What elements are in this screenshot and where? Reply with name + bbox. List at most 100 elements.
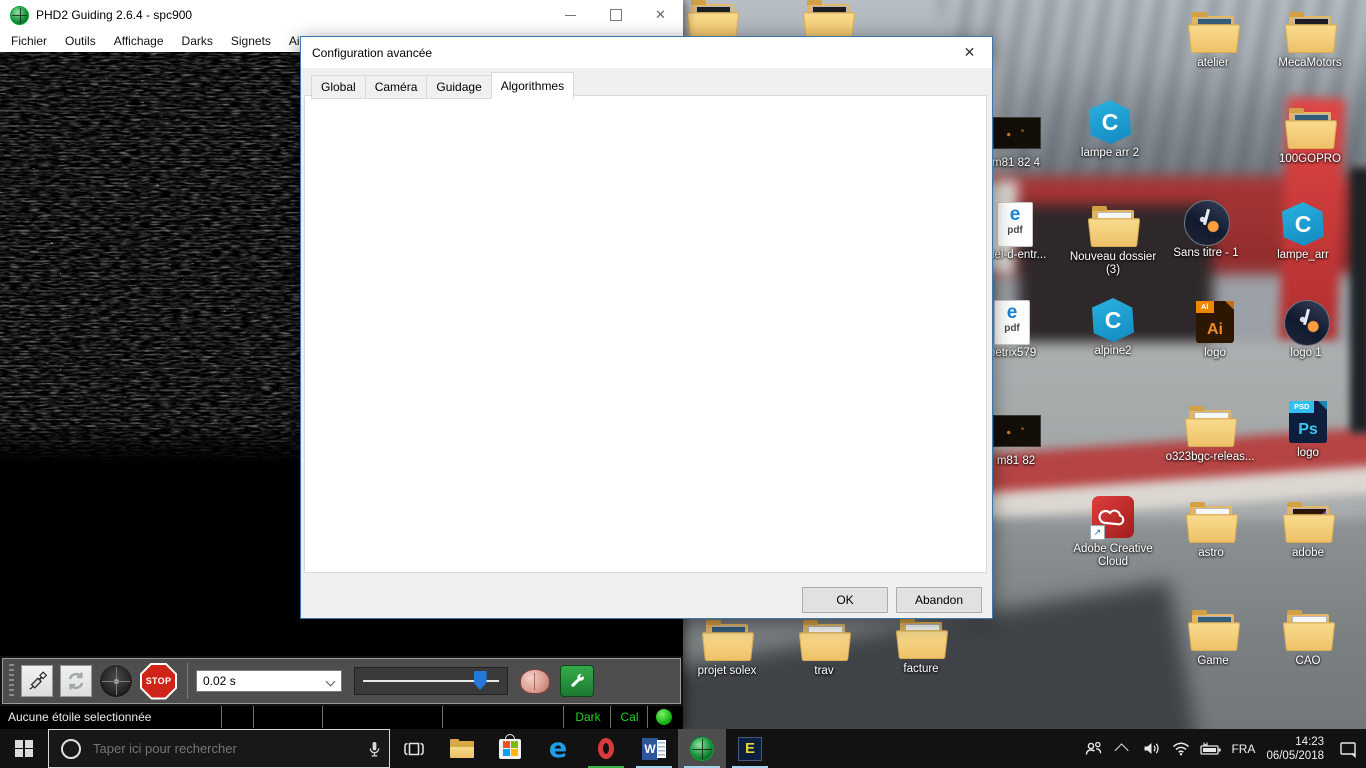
desktop-icon-adobe-cc[interactable]: ↗ Adobe Creative Cloud: [1065, 496, 1161, 569]
stop-button[interactable]: STOP: [140, 662, 177, 700]
edge-pdf-icon: e pdf: [994, 300, 1030, 345]
desktop-icon-astro[interactable]: astro: [1163, 500, 1259, 560]
tray-chevron-up-icon[interactable]: [1109, 742, 1137, 757]
menu-fichier[interactable]: Fichier: [2, 34, 56, 48]
taskbar-app-task-view[interactable]: [390, 729, 438, 768]
slider-handle[interactable]: [473, 671, 487, 690]
desktop-icon-100gopro[interactable]: 100GOPRO: [1262, 106, 1358, 166]
status-message: Aucune étoile selectionnée: [8, 710, 152, 724]
connect-equipment-button[interactable]: [21, 665, 53, 697]
folder-front: [1282, 514, 1336, 543]
microphone-icon[interactable]: [359, 740, 389, 758]
desktop-icon-label: Nouveau dossier (3): [1069, 251, 1157, 276]
desktop-icon-lampe-arr-2[interactable]: Clampe arr 2: [1062, 100, 1158, 160]
astro-image-thumbnail: [993, 117, 1041, 149]
cura-file-icon: C: [1282, 202, 1324, 246]
taskbar-search[interactable]: [48, 729, 390, 768]
taskbar-app-e-app[interactable]: E: [726, 729, 774, 768]
menu-outils[interactable]: Outils: [56, 34, 105, 48]
taskbar-app-opera[interactable]: [582, 729, 630, 768]
dialog-close-button[interactable]: ✕: [947, 37, 992, 68]
folder-photo-glyph: [1187, 10, 1241, 54]
desktop-icon-logo-1[interactable]: logo 1: [1258, 300, 1354, 360]
dark-status-badge: Dark: [575, 710, 601, 724]
connection-status-dot: [656, 709, 672, 725]
desktop-icon-mecamotors[interactable]: MecaMotors: [1262, 10, 1358, 70]
battery-icon[interactable]: [1195, 741, 1226, 757]
desktop-icon-lampe_arr[interactable]: Clampe_arr: [1255, 202, 1351, 262]
statusbar-divider: [610, 706, 611, 728]
folder-pdf-glyph: e: [895, 616, 949, 660]
file-explorer-icon: [450, 739, 474, 758]
tab-algorithmes[interactable]: Algorithmes: [490, 72, 575, 99]
desktop-icon-alpine2[interactable]: Calpine2: [1065, 298, 1161, 358]
stretch-slider[interactable]: [354, 667, 508, 695]
desktop-icon-label: astro: [1198, 547, 1224, 559]
tab-camera[interactable]: Caméra: [364, 75, 428, 99]
folder-photo-glyph: [1187, 608, 1241, 652]
camera-setup-icon[interactable]: [560, 665, 594, 697]
taskbar-app-phd2[interactable]: [678, 729, 726, 768]
language-indicator[interactable]: FRA: [1226, 742, 1260, 756]
desktop-icon-nouveau-dossier-3[interactable]: Nouveau dossier (3): [1065, 204, 1161, 277]
desktop-icon-label: logo: [1297, 447, 1319, 459]
folder-photo-glyph: [1284, 106, 1338, 150]
minimize-button[interactable]: [548, 0, 593, 30]
edge-icon: e: [548, 733, 568, 764]
desktop-icon-game[interactable]: Game: [1165, 608, 1261, 668]
desktop-icon-trav[interactable]: trav: [776, 618, 872, 678]
loop-icon: [68, 672, 84, 690]
desktop-icon-atelier[interactable]: atelier: [1165, 10, 1261, 70]
exposure-select[interactable]: 0.02 s: [196, 670, 342, 692]
e-app-icon: E: [738, 736, 762, 761]
desktop-icon-o323bgc[interactable]: o323bgc-releas...: [1162, 404, 1258, 464]
taskbar-app-icons: eWE: [390, 729, 774, 768]
volume-icon[interactable]: [1137, 740, 1166, 757]
menu-affichage[interactable]: Affichage: [105, 34, 173, 48]
folder-paper-glyph: [1282, 608, 1336, 652]
menu-signets[interactable]: Signets: [222, 34, 280, 48]
search-input[interactable]: [91, 740, 359, 757]
tab-global[interactable]: Global: [311, 75, 366, 99]
auto-select-star-icon[interactable]: [99, 664, 133, 698]
toolbar-separator: [187, 663, 188, 699]
toolbar-grip[interactable]: [9, 664, 14, 698]
taskbar-app-microsoft-store[interactable]: [486, 729, 534, 768]
people-icon[interactable]: [1077, 740, 1109, 757]
desktop-icon-facture[interactable]: e facture: [873, 616, 969, 676]
desktop-icon-cao[interactable]: CAO: [1260, 608, 1356, 668]
wrench-icon: [571, 674, 585, 687]
folder-paper-glyph: [1185, 500, 1239, 544]
desktop-icon-logo-psd[interactable]: PSD Ps logo: [1260, 400, 1356, 460]
close-button[interactable]: ✕: [638, 0, 683, 30]
action-center-icon[interactable]: [1330, 740, 1366, 758]
loop-exposures-button[interactable]: [60, 665, 92, 697]
taskbar-clock[interactable]: 14:23 06/05/2018: [1260, 735, 1330, 763]
maximize-button[interactable]: [593, 0, 638, 30]
taskbar-app-edge[interactable]: e: [534, 729, 582, 768]
folder-front: [701, 632, 755, 661]
cancel-button[interactable]: Abandon: [896, 587, 982, 613]
taskbar-app-word[interactable]: W: [630, 729, 678, 768]
cc-glyph: ↗: [1089, 496, 1137, 540]
statusbar-divider: [253, 706, 254, 728]
statusbar-divider: [563, 706, 564, 728]
desktop-icon-sans-titre-1[interactable]: Sans titre - 1: [1158, 200, 1254, 260]
start-button[interactable]: [0, 729, 48, 768]
menu-darks[interactable]: Darks: [173, 34, 222, 48]
folder-front: [798, 632, 852, 661]
brain-advanced-settings-icon[interactable]: [520, 668, 550, 694]
illustrator-file-icon: Al Ai: [1196, 301, 1234, 343]
ok-button[interactable]: OK: [802, 587, 888, 613]
desktop-icon-adobe[interactable]: adobe: [1260, 500, 1356, 560]
taskbar-app-file-explorer[interactable]: [438, 729, 486, 768]
desktop-icon-label: CAO: [1295, 655, 1321, 667]
folder-ai-glyph: [1282, 500, 1336, 544]
tab-guidage[interactable]: Guidage: [426, 75, 492, 99]
system-tray: FRA 14:23 06/05/2018: [1077, 729, 1366, 768]
wifi-icon[interactable]: [1166, 741, 1195, 756]
desktop-icon-projet-solex[interactable]: projet solex: [679, 618, 775, 678]
desktop-icon-logo-ai[interactable]: Al Ai logo: [1167, 300, 1263, 360]
edge-pdf-icon: e pdf: [997, 202, 1033, 247]
windows-taskbar: eWE: [0, 729, 1366, 768]
